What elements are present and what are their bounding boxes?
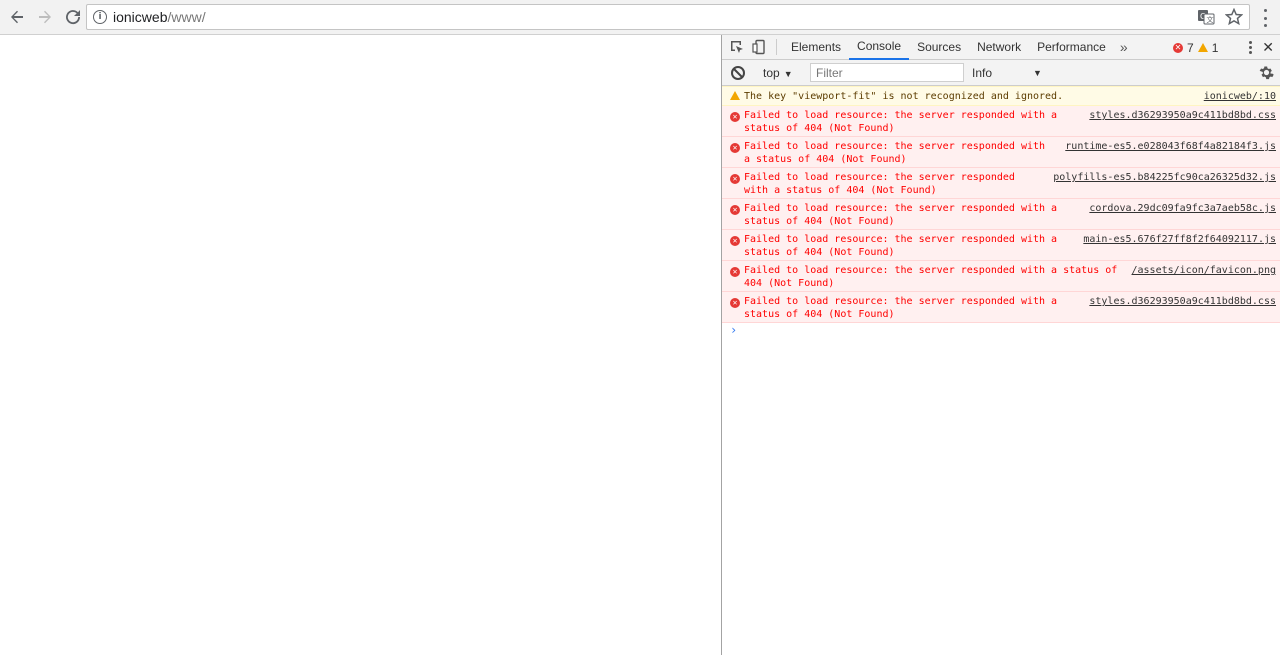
forward-arrow-icon: [39, 10, 51, 24]
reload-button[interactable]: [60, 4, 86, 30]
message-source-link[interactable]: main-es5.676f27ff8f2f64092117.js: [1083, 233, 1276, 246]
console-error: ✕ runtime-es5.e028043f68f4a82184f3.js Fa…: [722, 137, 1280, 168]
tab-console[interactable]: Console: [849, 35, 910, 60]
warning-count: 1: [1211, 40, 1219, 55]
console-prompt-row[interactable]: ›: [722, 323, 1280, 343]
tab-network[interactable]: Network: [969, 35, 1029, 60]
console-warning: ionicweb/:10 The key "viewport-fit" is n…: [722, 86, 1280, 106]
error-icon: ✕: [730, 172, 740, 185]
translate-icon[interactable]: G文: [1197, 8, 1215, 26]
svg-text:文: 文: [1207, 15, 1214, 24]
console-filter-input[interactable]: [810, 63, 964, 82]
error-count: 7: [1187, 40, 1194, 55]
message-text: The key "viewport-fit" is not recognized…: [744, 91, 1064, 102]
console-messages: ionicweb/:10 The key "viewport-fit" is n…: [722, 86, 1280, 343]
console-error: ✕ styles.d36293950a9c411bd8bd.css Failed…: [722, 106, 1280, 137]
console-error: ✕ polyfills-es5.b84225fc90ca26325d32.js …: [722, 168, 1280, 199]
warning-count-icon: [1197, 43, 1208, 52]
error-icon: ✕: [730, 265, 740, 278]
clear-console-icon[interactable]: [731, 65, 745, 80]
console-prompt-icon: ›: [730, 323, 738, 337]
inspect-element-button[interactable]: [726, 35, 748, 59]
address-bar[interactable]: i ionicweb/www/ G文: [86, 4, 1250, 30]
url-path: /www/: [167, 9, 206, 25]
menu-dots-icon[interactable]: [1258, 8, 1272, 28]
back-arrow-icon: [11, 10, 23, 24]
context-caret-icon: ▼: [783, 68, 793, 79]
back-button[interactable]: [4, 4, 30, 30]
page-viewport: [0, 35, 721, 655]
log-level-caret-icon: ▼: [1033, 68, 1042, 78]
error-icon: ✕: [730, 110, 740, 123]
tab-performance[interactable]: Performance: [1029, 35, 1114, 60]
message-source-link[interactable]: cordova.29dc09fa9fc3a7aeb58c.js: [1089, 202, 1276, 215]
error-icon: ✕: [730, 296, 740, 309]
devtools-menu-icon[interactable]: [1249, 41, 1253, 54]
error-icon: ✕: [730, 141, 740, 154]
console-error: ✕ main-es5.676f27ff8f2f64092117.js Faile…: [722, 230, 1280, 261]
more-tabs-button[interactable]: »: [1114, 39, 1134, 55]
message-source-link[interactable]: styles.d36293950a9c411bd8bd.css: [1089, 295, 1276, 308]
message-source-link[interactable]: styles.d36293950a9c411bd8bd.css: [1089, 109, 1276, 122]
console-error: ✕ styles.d36293950a9c411bd8bd.css Failed…: [722, 292, 1280, 323]
error-icon: ✕: [730, 203, 740, 216]
console-error: ✕ /assets/icon/favicon.png Failed to loa…: [722, 261, 1280, 292]
context-label: top: [763, 65, 780, 80]
tab-elements[interactable]: Elements: [783, 35, 849, 60]
message-source-link[interactable]: runtime-es5.e028043f68f4a82184f3.js: [1065, 140, 1276, 153]
log-level-selector[interactable]: Info ▼: [972, 60, 1042, 86]
message-source-link[interactable]: polyfills-es5.b84225fc90ca26325d32.js: [1053, 171, 1276, 184]
message-source-link[interactable]: /assets/icon/favicon.png: [1132, 264, 1277, 277]
tab-sources[interactable]: Sources: [909, 35, 969, 60]
inspect-cursor-icon: [731, 41, 743, 53]
device-toolbar-button[interactable]: [748, 35, 770, 59]
info-icon[interactable]: i: [93, 10, 107, 24]
forward-button[interactable]: [32, 4, 58, 30]
reload-icon: [66, 10, 81, 25]
message-source-link[interactable]: ionicweb/:10: [1204, 90, 1276, 103]
console-filter-bar: top▼ Info▼: [722, 60, 1280, 86]
devtools-panel: Elements Console Sources Network Perform…: [721, 35, 1280, 655]
context-selector[interactable]: top ▼: [763, 66, 793, 80]
log-level-label: Info: [972, 66, 993, 80]
error-count-icon: ✕: [1173, 42, 1183, 53]
error-icon: ✕: [730, 234, 740, 247]
url-text[interactable]: ionicweb/www/: [113, 9, 206, 25]
issue-counts[interactable]: ✕ 7 1: [1173, 35, 1218, 60]
browser-toolbar: i ionicweb/www/ G文: [0, 0, 1280, 35]
tab-separator: [776, 39, 777, 55]
url-host: ionicweb: [113, 9, 168, 25]
warning-icon: [730, 91, 740, 104]
gear-icon[interactable]: [1259, 65, 1274, 80]
close-devtools-icon[interactable]: ✕: [1262, 40, 1274, 56]
devtools-tab-bar: Elements Console Sources Network Perform…: [722, 35, 1280, 60]
console-error: ✕ cordova.29dc09fa9fc3a7aeb58c.js Failed…: [722, 199, 1280, 230]
device-mobile-icon: [752, 39, 765, 55]
star-icon[interactable]: [1225, 8, 1243, 26]
